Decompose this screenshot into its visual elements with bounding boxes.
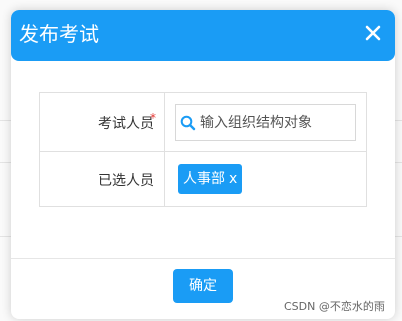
search-icon — [180, 115, 196, 131]
required-mark: * — [150, 111, 156, 125]
close-button[interactable] — [364, 24, 382, 42]
examinee-label: 考试人员 — [98, 116, 154, 132]
confirm-button[interactable]: 确定 — [173, 269, 233, 303]
exam-form: 考试人员 * 已选人员 人事部x — [39, 92, 367, 207]
selected-tag-label: 人事部 — [183, 171, 225, 187]
dialog-header: 发布考试 — [11, 10, 395, 61]
form-column-divider — [164, 93, 165, 206]
close-icon — [365, 25, 381, 41]
organization-search-box[interactable] — [175, 104, 356, 141]
selected-tag-personnel-dept[interactable]: 人事部 x — [178, 164, 243, 194]
footer-divider — [11, 258, 395, 259]
organization-search-input[interactable] — [200, 105, 350, 140]
selected-label: 已选人员 — [98, 173, 154, 189]
form-row-divider — [40, 151, 366, 152]
tag-remove-button[interactable]: x — [229, 171, 237, 187]
publish-exam-dialog: 发布考试 考试人员 * 已选人员 人事部x 确定 — [11, 10, 395, 319]
watermark: CSDN @不恋水的雨 — [284, 300, 385, 313]
dialog-title: 发布考试 — [19, 22, 99, 46]
